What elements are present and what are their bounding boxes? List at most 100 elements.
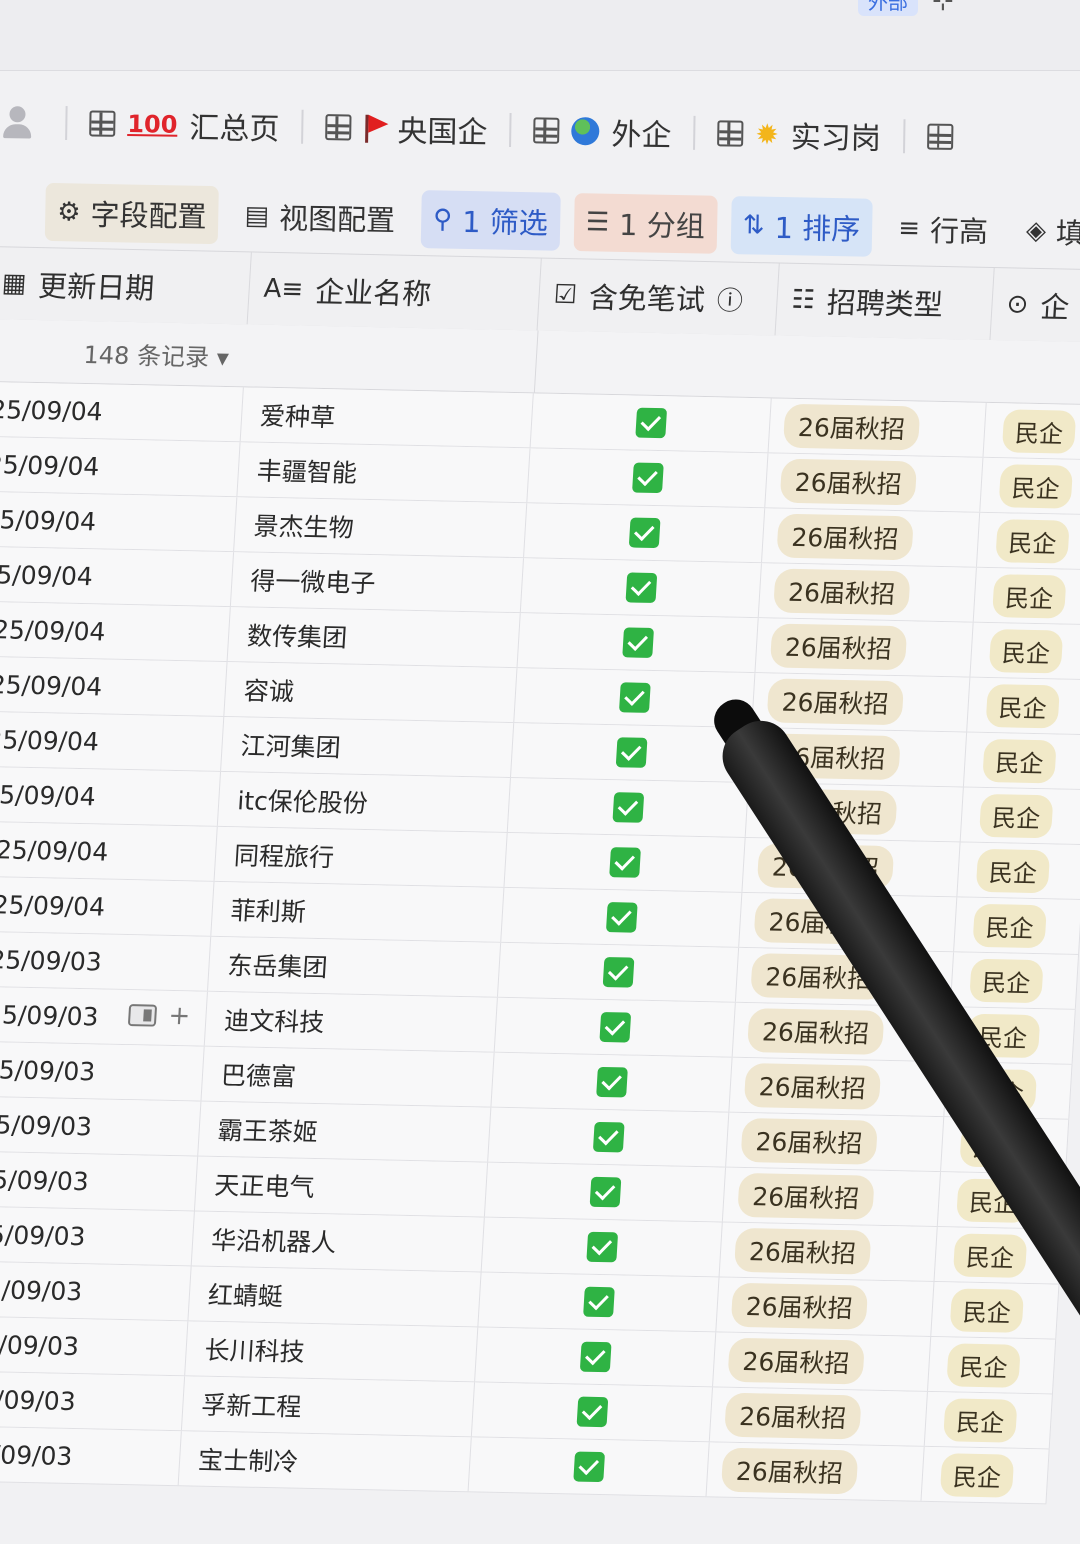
tab-state-owned[interactable]: 央国企 [325,105,488,152]
column-header-date[interactable]: ▦ 更新日期 [0,246,252,325]
written-test-cell[interactable] [468,1437,710,1497]
date-cell[interactable]: 2025/09/03 [0,1370,186,1431]
written-test-cell[interactable] [488,1107,730,1167]
checked-checkbox-icon[interactable] [585,1231,618,1263]
date-cell[interactable]: 25/09/04 [0,436,241,497]
checked-checkbox-icon[interactable] [598,1011,631,1043]
column-header-recruit-type[interactable]: ☷ 招聘类型 [775,263,995,340]
enterprise-cell[interactable]: 民企 [960,787,1080,845]
company-name-cell[interactable]: 爱种草 [240,387,534,448]
view-config-button[interactable]: ▤ 视图配置 [232,186,408,247]
written-test-cell[interactable] [527,448,769,508]
user-icon[interactable] [3,102,44,143]
expand-record-icon[interactable] [127,1004,158,1027]
written-test-cell[interactable] [520,558,762,618]
enterprise-cell[interactable]: 民企 [954,897,1080,954]
date-cell[interactable]: 25/09/04 [0,491,238,552]
date-cell[interactable]: 25/09/04 [0,381,244,442]
date-cell[interactable]: 2025/09/03 [0,1315,189,1376]
column-header-written-test[interactable]: ☑ 含免笔试 ⓘ [537,258,780,336]
enterprise-cell[interactable]: 民企 [980,457,1080,515]
field-config-button[interactable]: ⚙ 字段配置 [44,182,220,245]
company-name-cell[interactable]: 长川科技 [185,1321,479,1382]
date-cell[interactable]: 025/09/04 [0,766,222,826]
enterprise-cell[interactable]: 民企 [921,1446,1050,1504]
checked-checkbox-icon[interactable] [631,462,664,494]
written-test-cell[interactable] [471,1382,713,1442]
row-height-button[interactable]: ≡ 行高 [886,199,1001,259]
company-name-cell[interactable]: 红蜻蜓 [188,1266,482,1327]
written-test-cell[interactable] [494,997,736,1057]
date-cell[interactable]: 25/09/04 [0,546,235,607]
enterprise-cell[interactable]: 民企 [950,952,1080,1009]
enterprise-cell[interactable]: 民企 [931,1282,1060,1339]
company-name-cell[interactable]: 东岳集团 [208,936,502,997]
checked-checkbox-icon[interactable] [595,1066,628,1098]
recruit-type-cell[interactable]: 26届秋招 [716,1277,935,1336]
enterprise-cell[interactable]: 民企 [928,1336,1057,1394]
company-name-cell[interactable]: 江河集团 [221,717,515,778]
enterprise-cell[interactable]: 民企 [983,402,1080,460]
checked-checkbox-icon[interactable] [618,682,651,713]
written-test-cell[interactable] [497,942,740,1002]
written-test-cell[interactable] [481,1217,723,1277]
company-name-cell[interactable]: 数传集团 [227,607,521,668]
checked-checkbox-icon[interactable] [634,407,667,439]
checked-checkbox-icon[interactable] [615,737,647,768]
add-icon[interactable]: + [168,1001,192,1031]
company-name-cell[interactable]: 孚新工程 [181,1376,476,1437]
written-test-cell[interactable] [504,832,746,892]
date-cell[interactable]: 2025/09/03 [0,1041,205,1101]
checked-checkbox-icon[interactable] [589,1176,621,1208]
recruit-type-cell[interactable]: 26届秋招 [722,1167,942,1227]
sort-button[interactable]: ⇅ 1 排序 [730,196,873,257]
date-cell[interactable]: 025/09/04 [0,601,231,662]
written-test-cell[interactable] [524,503,766,563]
company-name-cell[interactable]: 宝士制冷 [178,1431,472,1492]
company-name-cell[interactable]: 景杰生物 [234,497,528,558]
checked-checkbox-icon[interactable] [579,1341,612,1373]
written-test-cell[interactable] [491,1052,733,1112]
recruit-type-cell[interactable]: 26届秋招 [729,1057,948,1117]
written-test-cell[interactable] [478,1272,720,1332]
company-name-cell[interactable]: 华沿机器人 [191,1211,485,1272]
company-name-cell[interactable]: itc保伦股份 [217,771,511,832]
enterprise-cell[interactable]: 民企 [976,512,1080,570]
company-name-cell[interactable]: 丰疆智能 [237,442,531,503]
company-name-cell[interactable]: 得一微电子 [230,552,525,613]
checked-checkbox-icon[interactable] [605,902,638,933]
date-cell[interactable]: 2025/09/03 + [0,986,208,1046]
recruit-type-cell[interactable]: 26届秋招 [706,1442,925,1501]
checked-checkbox-icon[interactable] [624,572,657,604]
group-button[interactable]: ☰ 1 分组 [573,193,718,254]
company-name-cell[interactable]: 天正电气 [194,1156,489,1217]
date-cell[interactable]: 2025/09/03 [0,1260,192,1321]
date-cell[interactable]: 2025/09/03 [0,1206,195,1266]
checked-checkbox-icon[interactable] [582,1286,615,1318]
recruit-type-cell[interactable]: 26届秋招 [713,1332,932,1391]
date-cell[interactable]: 025/09/04 [0,711,225,771]
checked-checkbox-icon[interactable] [611,792,644,823]
company-name-cell[interactable]: 巴德富 [201,1046,495,1107]
info-icon[interactable]: ⓘ [716,280,744,318]
recruit-type-cell[interactable]: 26届秋招 [752,673,971,732]
enterprise-cell[interactable]: 民企 [963,732,1080,790]
written-test-cell[interactable] [484,1162,727,1222]
date-cell[interactable]: 025/09/04 [0,656,228,717]
checked-checkbox-icon[interactable] [621,627,654,658]
written-test-cell[interactable] [501,887,743,947]
recruit-type-cell[interactable]: 26届秋招 [768,398,987,457]
company-name-cell[interactable]: 迪文科技 [204,991,498,1052]
date-cell[interactable]: 2025/09/03 [0,1151,199,1211]
date-cell[interactable]: 2025/09/03 [0,1096,202,1156]
enterprise-cell[interactable]: 民企 [967,677,1080,735]
enterprise-cell[interactable]: 民企 [957,842,1080,900]
company-name-cell[interactable]: 同程旅行 [214,826,508,887]
date-cell[interactable]: 2025/09/04 [0,821,218,881]
tab-summary[interactable]: 100 汇总页 [89,101,280,148]
checked-checkbox-icon[interactable] [602,957,634,988]
column-header-enterprise[interactable]: ⊙ 企 [990,268,1080,343]
recruit-type-cell[interactable]: 26届秋招 [726,1112,945,1172]
recruit-type-cell[interactable]: 26届秋招 [755,618,974,677]
checked-checkbox-icon[interactable] [628,517,661,549]
